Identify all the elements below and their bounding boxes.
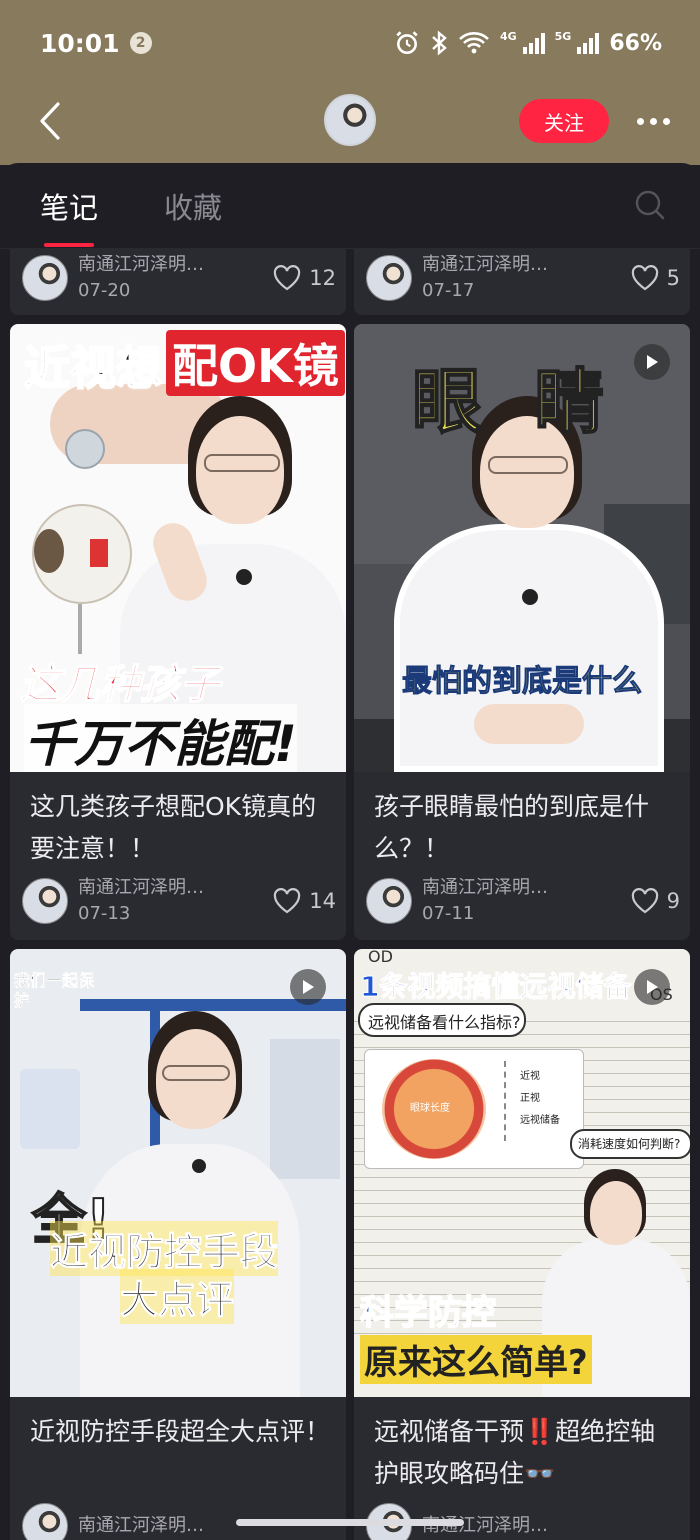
note-title: 远视储备干预‼️超绝控轴护眼攻略码住👓 [374, 1417, 656, 1488]
author-avatar [366, 255, 412, 301]
back-button[interactable] [30, 96, 70, 146]
like-button[interactable]: 14 [273, 888, 336, 914]
search-icon[interactable] [634, 189, 666, 221]
author-name: 南通江河泽明… [422, 877, 548, 898]
cover-text-bottom: 千万不能配! [24, 704, 297, 772]
notes-panel: 笔记 收藏 南通江河泽明… 07-20 12 南通江河泽明… 07-17 5 近… [0, 163, 700, 1540]
note-cover-image: 远视储备看什么指标? 眼球长度 近视 正视 远视储备 OD OS 1条视频搞懂远… [354, 949, 690, 1397]
heart-icon [631, 888, 658, 914]
like-button[interactable]: 9 [631, 888, 680, 914]
status-time: 10:01 [40, 28, 120, 58]
video-play-icon [634, 969, 670, 1005]
chevron-left-icon [40, 102, 60, 140]
author-name: 南通江河泽明… [78, 1515, 204, 1536]
tab-favorites[interactable]: 收藏 [164, 185, 222, 227]
cover-text-corner: 我们一起保护 [14, 971, 95, 1011]
network-type-5g: 5G [554, 30, 572, 43]
note-date: 07-13 [78, 903, 131, 924]
author-avatar [22, 1503, 68, 1540]
cover-text-b: 近视防控手段 [49, 1221, 279, 1276]
note-cover-image: 眼 睛 最怕的到底是什么 [354, 324, 690, 772]
cover-text-od: OD [368, 949, 393, 966]
heart-icon [274, 265, 301, 291]
heart-icon [631, 265, 658, 291]
tab-bar: 笔记 收藏 [0, 163, 700, 249]
battery-percent: 66% [609, 30, 662, 56]
cover-text-top: 眼 睛 [411, 360, 619, 444]
cover-text-lbl1: 近视 [520, 1071, 540, 1082]
note-cover-image: 近视想 配OK镜 这几种孩子 千万不能配! [10, 324, 346, 772]
like-count: 12 [309, 266, 336, 290]
author-avatar [22, 255, 68, 301]
wifi-icon [459, 32, 489, 54]
cover-text-lbl3: 远视储备 [520, 1115, 560, 1126]
cover-text-top-a: 近视想 [23, 340, 163, 396]
note-title: 这几类孩子想配OK镜真的要注意！！ [30, 792, 317, 863]
cover-text-top-b: 配OK镜 [166, 330, 345, 396]
network-type-4g: 4G [499, 30, 517, 43]
cover-text-eye: 眼球长度 [410, 1103, 450, 1114]
cover-text-q2: 消耗速度如何判断? [578, 1137, 681, 1151]
profile-avatar[interactable] [324, 94, 376, 146]
heart-icon [274, 888, 301, 914]
note-date: 07-20 [78, 280, 131, 301]
tab-notes[interactable]: 笔记 [40, 185, 98, 247]
follow-button[interactable]: 关注 [519, 99, 609, 143]
video-play-icon [290, 969, 326, 1005]
author-avatar [22, 878, 68, 924]
cover-text-caption: 最怕的到底是什么 [402, 664, 643, 700]
note-date: 07-11 [422, 903, 475, 924]
note-title: 近视防控手段超全大点评！ [30, 1417, 331, 1446]
signal-icon-2 [577, 32, 600, 54]
cover-text-lbl2: 正视 [520, 1093, 540, 1104]
more-options-button[interactable] [637, 117, 670, 125]
author-name: 南通江河泽明… [78, 254, 204, 275]
bluetooth-icon [432, 30, 447, 56]
author-name: 南通江河泽明… [422, 254, 548, 275]
note-card[interactable]: 我们一起保护 全! 近视防控手段 大点评 近视防控手段超全大点评！ 南通江河泽明… [10, 949, 346, 1540]
author-name: 南通江河泽明… [78, 877, 204, 898]
home-indicator[interactable] [236, 1519, 464, 1526]
note-card[interactable]: 近视想 配OK镜 这几种孩子 千万不能配! 这几类孩子想配OK镜真的要注意！！ … [10, 324, 346, 940]
note-title: 孩子眼睛最怕的到底是什么？！ [374, 792, 650, 863]
cover-text-header: 1条视频搞懂远视储备 [359, 970, 632, 1004]
like-button[interactable]: 5 [631, 265, 680, 291]
cover-text-mid: 这几种孩子 [19, 661, 221, 709]
like-button[interactable]: 12 [273, 265, 336, 291]
author-name: 南通江河泽明… [422, 1515, 548, 1536]
status-bar: 10:01 2 4G 5G 66% [0, 0, 700, 86]
note-card[interactable]: 南通江河泽明… 07-20 12 [10, 249, 346, 315]
video-play-icon [634, 344, 670, 380]
note-card[interactable]: 南通江河泽明… 07-17 5 [354, 249, 690, 315]
signal-icon [522, 32, 545, 54]
like-count: 5 [666, 266, 680, 290]
alarm-icon [396, 31, 418, 55]
note-card[interactable]: 远视储备看什么指标? 眼球长度 近视 正视 远视储备 OD OS 1条视频搞懂远… [354, 949, 690, 1540]
note-card[interactable]: 眼 睛 最怕的到底是什么 孩子眼睛最怕的到底是什么？！ 南通江河泽明… 07-1… [354, 324, 690, 940]
notification-count-badge: 2 [129, 32, 152, 54]
note-date: 07-17 [422, 280, 475, 301]
cover-text-c: 大点评 [119, 1269, 235, 1324]
like-count: 9 [666, 889, 680, 913]
cover-text-b1: 科学防控 [359, 1292, 497, 1334]
profile-nav-bar: 关注 [0, 86, 700, 156]
author-avatar [366, 878, 412, 924]
note-cover-image: 我们一起保护 全! 近视防控手段 大点评 [10, 949, 346, 1397]
cover-text-q1: 远视储备看什么指标? [368, 1013, 521, 1032]
like-count: 14 [309, 889, 336, 913]
cover-text-b2: 原来这么简单? [360, 1335, 592, 1384]
